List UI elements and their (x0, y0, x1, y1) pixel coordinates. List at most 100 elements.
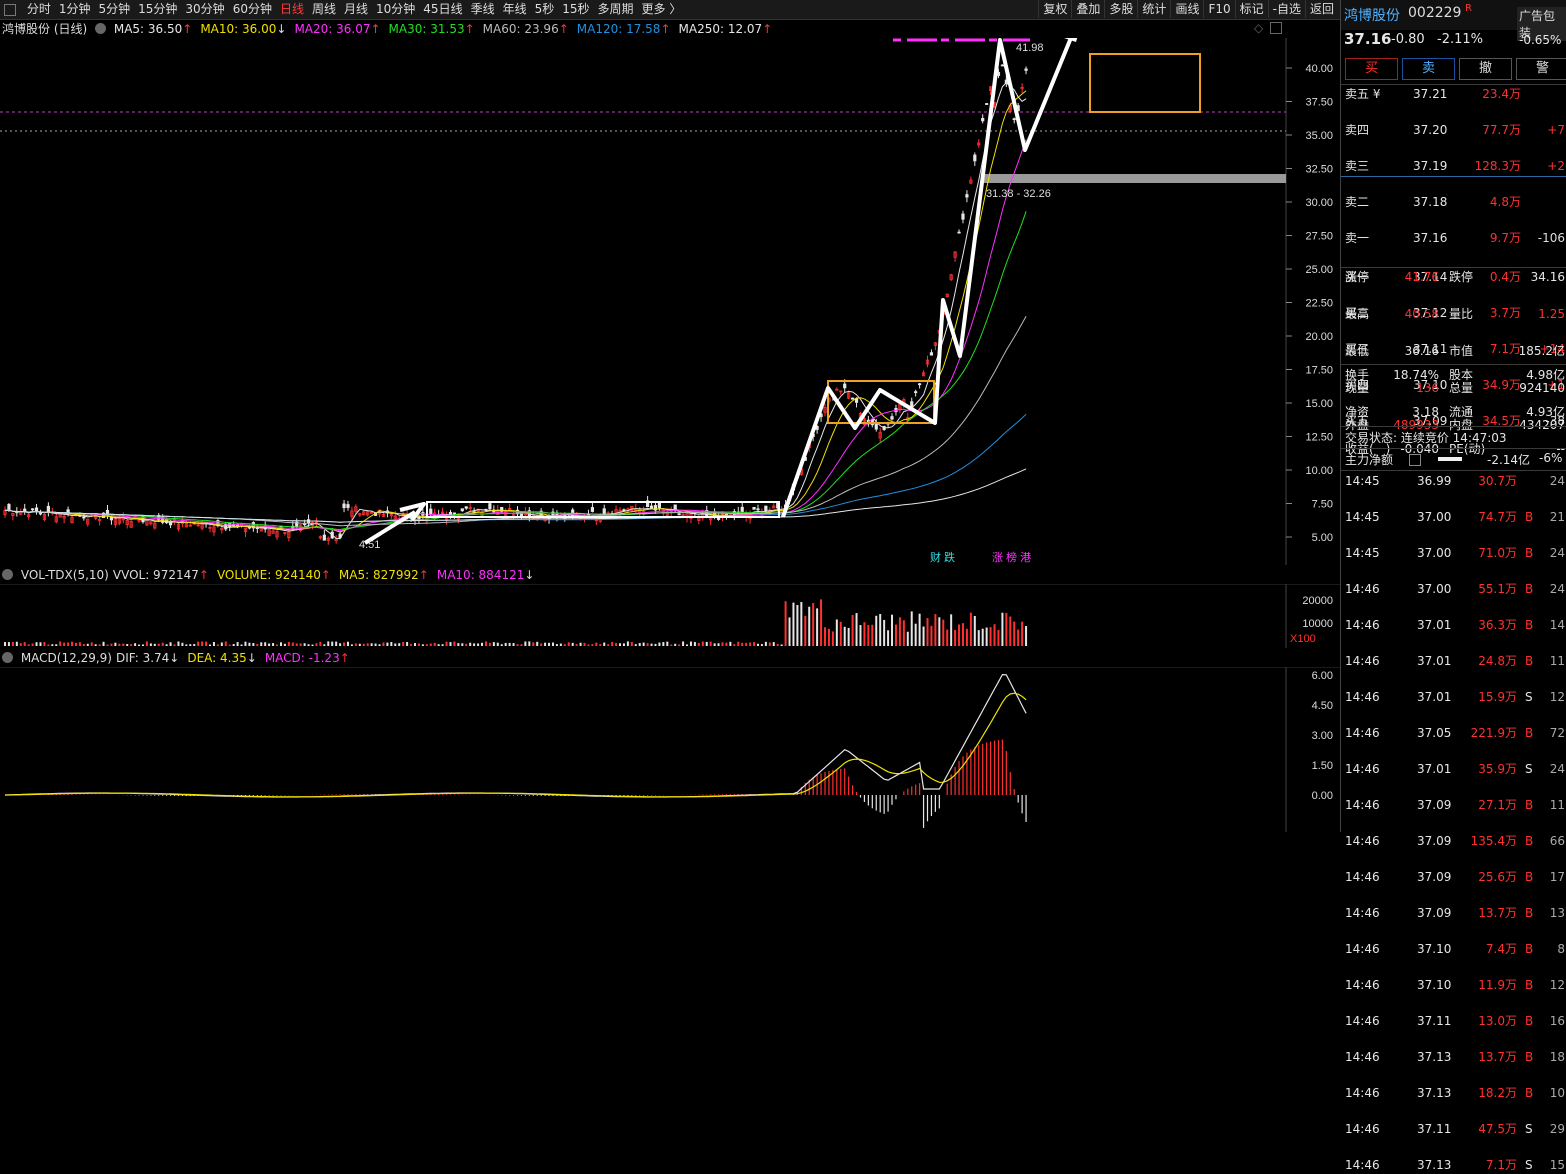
divider (1341, 470, 1566, 471)
settings-icon[interactable] (2, 652, 13, 663)
order-book-row[interactable]: 卖二 37.18 4.8万 (1341, 193, 1566, 211)
tick-side: B (1525, 726, 1534, 740)
price-axis-label: 40.00 (1305, 63, 1333, 75)
period-tab[interactable]: 30分钟 (181, 0, 228, 19)
period-tab[interactable]: 月线 (340, 0, 372, 19)
period-tab[interactable]: 1分钟 (55, 0, 95, 19)
candle-body (590, 507, 595, 512)
diamond-icon[interactable]: ◇ (1254, 21, 1263, 35)
order-book-row[interactable]: 卖三 37.19 128.3万 +2 (1341, 157, 1566, 175)
toolbar-button[interactable]: 多股 (1104, 0, 1137, 18)
volume-bar (492, 642, 495, 646)
level-price: 37.21 (1413, 87, 1448, 101)
dif-line (4, 673, 1027, 798)
sell-button[interactable]: 卖 (1402, 58, 1455, 80)
period-tab[interactable]: 15分钟 (134, 0, 181, 19)
settings-icon[interactable] (2, 569, 13, 580)
macd-chart[interactable]: 6.00 4.50 3.00 1.50 0.00 (0, 667, 1340, 832)
volume-bar (299, 643, 302, 646)
buy-button[interactable]: 买 (1345, 58, 1398, 80)
period-tab[interactable]: 5秒 (531, 0, 559, 19)
period-tab[interactable]: 15秒 (558, 0, 593, 19)
volume-bar (71, 641, 74, 646)
candle-body (874, 423, 878, 430)
order-book-row[interactable]: 卖四 37.20 77.7万 +7 (1341, 121, 1566, 139)
volume-bar (291, 642, 294, 646)
settings-icon[interactable] (95, 23, 107, 34)
candlestick-chart[interactable]: 40.00 37.50 35.00 32.50 30.00 27.50 25.00 22.50… (0, 38, 1340, 565)
volume-bar (15, 641, 18, 646)
candle-body (764, 505, 768, 512)
cancel-button[interactable]: 撤 (1459, 58, 1512, 80)
volume-chart[interactable]: 20000 10000 X100 (0, 584, 1340, 648)
tick-time: 14:46 (1345, 1122, 1380, 1136)
toolbar-button[interactable]: 返回 (1304, 0, 1338, 18)
legend-value: MA10: 884121↓ (436, 568, 535, 582)
period-tab[interactable]: 多周期 (594, 0, 638, 19)
volume-bar (737, 641, 740, 646)
order-book-row[interactable]: 卖一 37.16 9.7万 -106 (1341, 229, 1566, 247)
tick-count: 15 (1549, 1158, 1565, 1172)
volume-bar (796, 605, 799, 646)
tick-volume: 24.8万 (1478, 654, 1517, 668)
tick-volume: 13.7万 (1478, 906, 1517, 920)
volume-bar (11, 642, 14, 646)
volume-bar (800, 602, 803, 646)
tick-row: 14:46 37.01 15.9万 S 12 (1341, 688, 1566, 706)
period-tab[interactable]: 年线 (499, 0, 531, 19)
order-book-row[interactable]: 卖五 ¥ 37.21 23.4万 (1341, 85, 1566, 103)
toolbar-button[interactable]: 标记 (1234, 0, 1268, 18)
toolbar-button[interactable]: 统计 (1137, 0, 1170, 18)
tick-time: 14:46 (1345, 690, 1380, 704)
volume-bar (500, 644, 503, 646)
period-tab[interactable]: 5分钟 (94, 0, 134, 19)
low-label: 4.51 (359, 539, 380, 551)
toolbar-button[interactable]: 画线 (1170, 0, 1203, 18)
volume-bar (622, 643, 625, 646)
macd-legend: MACD(12,29,9) DIF: 3.74↓ DEA: 4.35↓ MACD: -… (2, 649, 362, 667)
level-delta: +7 (1547, 123, 1565, 137)
volume-bar (646, 643, 649, 646)
volume-bar (630, 641, 633, 646)
period-tab[interactable]: 日线 (276, 0, 308, 19)
volume-bar (130, 644, 133, 646)
volume-bar (205, 641, 208, 646)
tick-price: 37.00 (1417, 582, 1452, 596)
period-tab[interactable]: 45日线 (419, 0, 466, 19)
tick-row: 14:46 37.01 36.3万 B 14 (1341, 616, 1566, 634)
legend-value: MA10: 36.00↓ (200, 22, 287, 36)
alert-button[interactable]: 警 (1516, 58, 1566, 80)
ma-line-250 (4, 468, 1027, 523)
period-tab[interactable]: 周线 (308, 0, 340, 19)
toolbar-button[interactable]: 叠加 (1071, 0, 1104, 18)
candle-body (985, 103, 989, 105)
list-icon[interactable] (1409, 454, 1421, 466)
price-axis-label: 32.50 (1305, 164, 1333, 176)
tick-count: 10 (1549, 1086, 1565, 1100)
volume-bar (705, 641, 708, 646)
stock-name[interactable]: 鸿博股份 (1344, 5, 1400, 25)
legend-value: MACD: -1.23↑ (264, 651, 350, 665)
period-tab[interactable]: 10分钟 (372, 0, 419, 19)
candle-body (622, 509, 626, 512)
period-tab[interactable]: 季线 (467, 0, 499, 19)
toolbar-button[interactable]: -自选 (1267, 0, 1305, 18)
tick-volume: 135.4万 (1470, 834, 1517, 848)
collapse-icon[interactable] (4, 3, 16, 16)
tick-count: 72 (1549, 726, 1565, 740)
volume-bar (19, 643, 22, 646)
volume-bar (51, 644, 54, 646)
toolbar-button[interactable]: 复权 (1038, 0, 1071, 18)
stat-value: 40.58 (1404, 307, 1439, 321)
volume-bar (327, 641, 330, 646)
ma-line-5 (4, 82, 1027, 540)
tick-count: 8 (1557, 942, 1565, 956)
tick-price: 37.13 (1417, 1050, 1452, 1064)
toolbar-button[interactable]: F10 (1203, 0, 1234, 18)
period-tab[interactable]: 更多 〉 (638, 0, 686, 19)
volume-bar (701, 641, 704, 646)
period-tab[interactable]: 分时 (23, 0, 55, 19)
window-icon[interactable] (1270, 22, 1282, 34)
period-tab[interactable]: 60分钟 (229, 0, 276, 19)
period-toolbar: 分时 1分钟 5分钟 15分钟 30分钟 60分钟 日线 周线 月线 10分钟 45日线 季线 年线 5秒… (0, 0, 1340, 20)
